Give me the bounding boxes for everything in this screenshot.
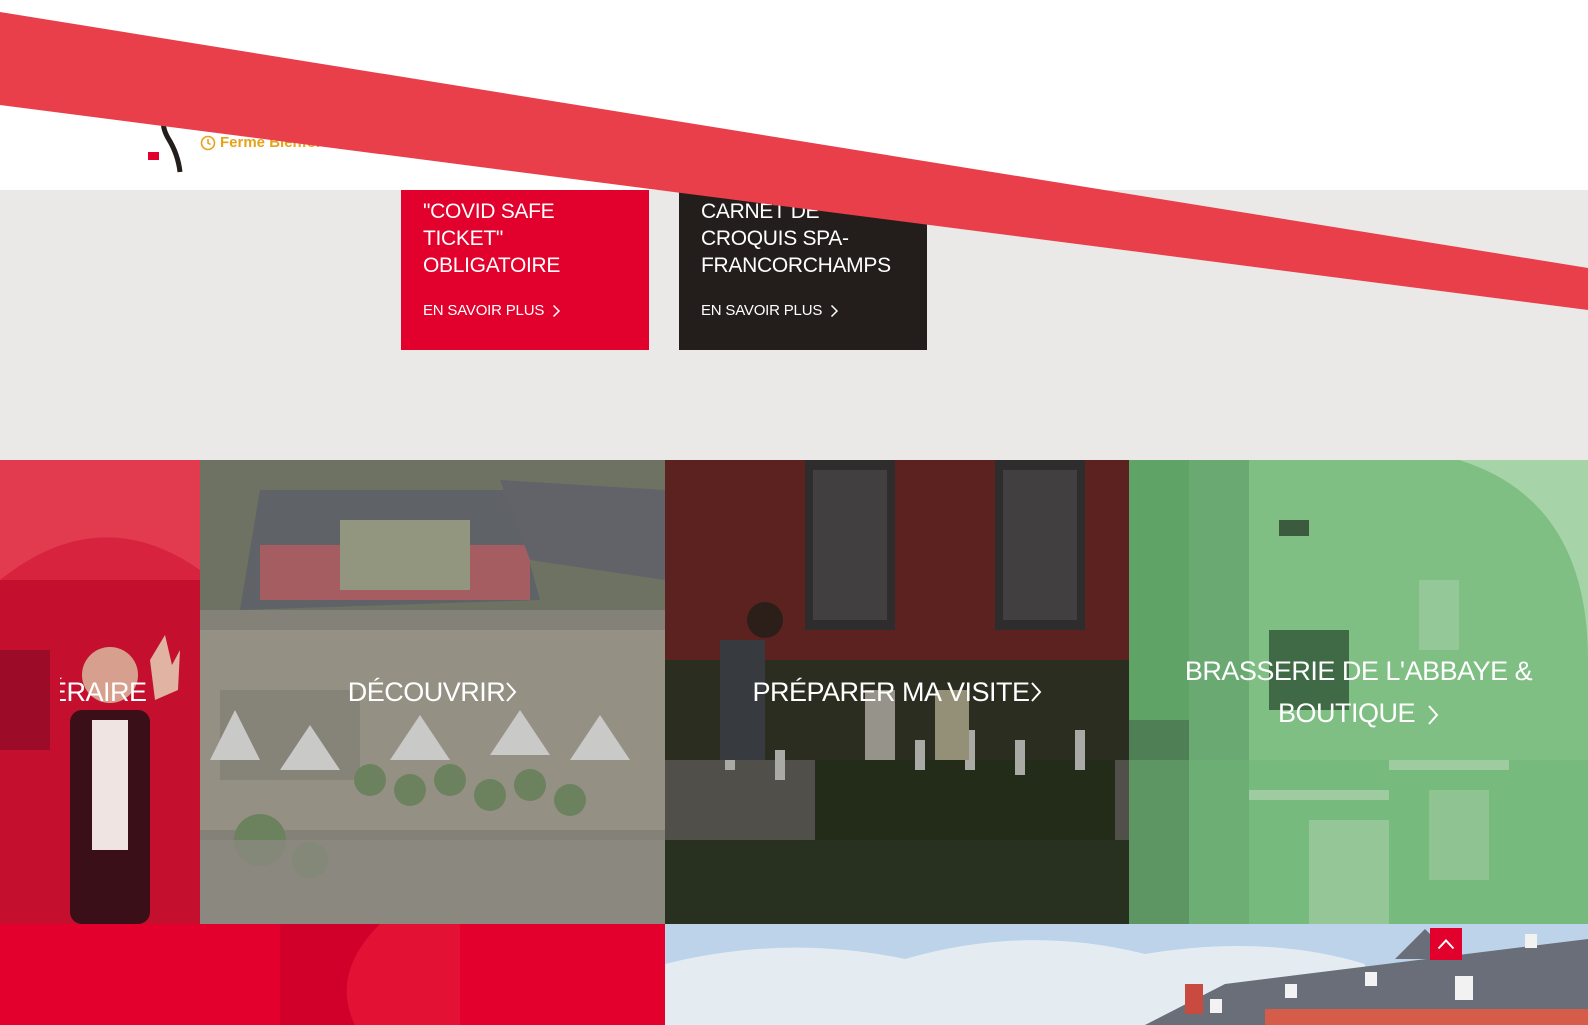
tile-label: DÉCOUVRIR [347, 677, 506, 707]
opening-hours-text: Ferme Bienfor [220, 134, 322, 151]
bottom-red-panel [0, 924, 665, 1025]
navigation-tiles: ITINÉRAIRE DÉCOUVRIR PRÉPARER MA VISITE … [0, 460, 1588, 924]
decorative-shape [280, 924, 460, 1025]
chevron-right-icon [1428, 705, 1439, 725]
news-card-covid[interactable]: "COVID SAFE TICKET" OBLIGATOIRE EN SAVOI… [401, 190, 649, 350]
clock-icon [200, 135, 216, 150]
read-more-link[interactable]: EN SAVOIR PLUS [423, 302, 561, 319]
tile-label: BRASSERIE DE L'ABBAYE & BOUTIQUE [1184, 656, 1533, 728]
scroll-to-top-button[interactable] [1430, 928, 1462, 960]
chevron-right-icon [506, 682, 517, 702]
news-title: "COVID SAFE TICKET" OBLIGATOIRE [423, 200, 561, 277]
tile-preparer-visite[interactable]: PRÉPARER MA VISITE [665, 460, 1129, 924]
tile-itineraire[interactable]: ITINÉRAIRE [0, 460, 200, 924]
tile-brasserie-boutique[interactable]: BRASSERIE DE L'ABBAYE & BOUTIQUE [1129, 460, 1588, 924]
abbey-logo[interactable] [146, 110, 191, 176]
chevron-right-icon [831, 304, 839, 317]
site-header: Ferme Bienfor [0, 0, 1588, 190]
tile-label: ITINÉRAIRE [0, 677, 147, 707]
chevron-right-icon [553, 304, 561, 317]
chevron-right-icon [1030, 682, 1041, 702]
opening-hours: Ferme Bienfor [200, 134, 322, 151]
news-title: CARNET DE CROQUIS SPA- FRANCORCHAMPS [701, 200, 891, 277]
read-more-link[interactable]: EN SAVOIR PLUS [701, 302, 839, 319]
tile-decouvrir[interactable]: DÉCOUVRIR [200, 460, 665, 924]
chevron-up-icon [1437, 939, 1455, 950]
tile-label: PRÉPARER MA VISITE [752, 677, 1030, 707]
news-card-carnet[interactable]: CARNET DE CROQUIS SPA- FRANCORCHAMPS EN … [679, 190, 927, 350]
